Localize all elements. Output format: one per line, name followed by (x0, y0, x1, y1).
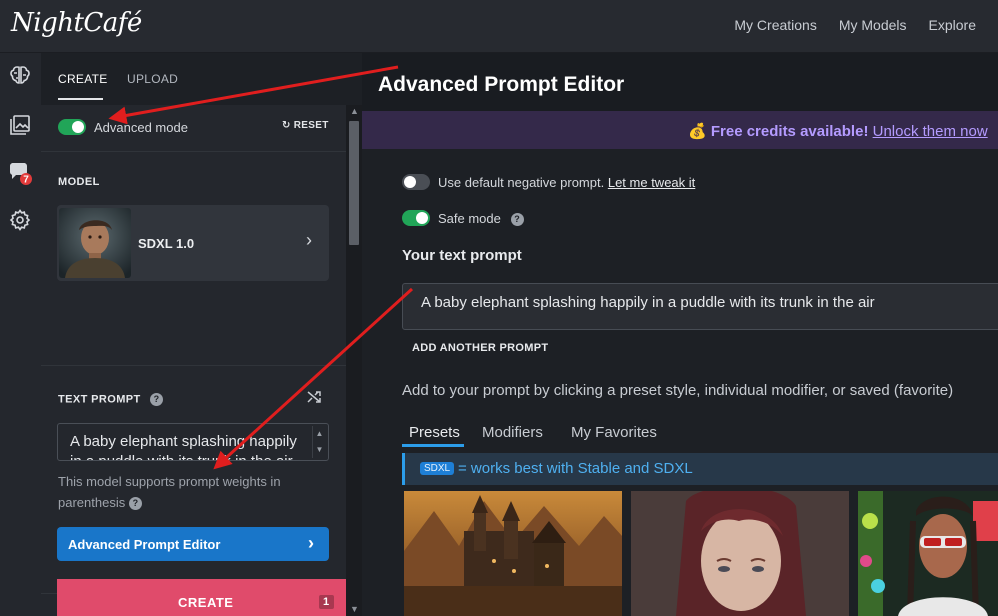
panel-scrollbar[interactable]: ▲ ▼ (346, 105, 362, 616)
brain-icon[interactable] (8, 63, 32, 87)
nightcafe-logo[interactable]: NightCafé (11, 8, 142, 38)
panel-scroll-area[interactable]: Advanced mode ↻ RESET MODEL SDXL 1.0 › T… (41, 105, 346, 616)
text-prompt-label: TEXT PROMPT ? (58, 393, 164, 406)
preset-tile-neon[interactable] (858, 491, 998, 616)
sdxl-badge: SDXL (420, 462, 455, 475)
model-section-label: MODEL (58, 176, 100, 188)
gear-icon[interactable] (8, 208, 32, 232)
credits-banner: 💰 Free credits available! Unlock them no… (362, 111, 998, 149)
safe-mode-label-text: Safe mode (438, 211, 501, 226)
page-title: Advanced Prompt Editor (378, 73, 625, 96)
divider (41, 151, 346, 152)
credits-banner-text: 💰 Free credits available! Unlock them no… (688, 122, 988, 140)
top-navbar: NightCafé My Creations My Models Explore (0, 0, 998, 53)
shuffle-icon[interactable] (306, 389, 322, 408)
scroll-down-icon[interactable]: ▼ (350, 604, 359, 614)
safe-mode-label: Safe mode ? (438, 211, 524, 227)
main-header: Advanced Prompt Editor (362, 53, 998, 111)
textarea-scroll-arrows[interactable]: ▲ ▼ (312, 426, 326, 458)
scroll-up-icon[interactable]: ▲ (350, 106, 359, 116)
gallery-icon[interactable] (8, 113, 32, 137)
credits-banner-bold: Free credits available! (710, 123, 869, 140)
tab-my-favorites[interactable]: My Favorites (571, 424, 657, 441)
chevron-right-icon: › (306, 230, 312, 250)
tab-active-underline (402, 444, 464, 447)
prompt-weights-note: This model supports prompt weights in pa… (58, 471, 318, 513)
help-icon[interactable]: ? (510, 213, 524, 227)
modifier-instructions: Add to your prompt by clicking a preset … (402, 382, 954, 399)
sdxl-info-bar: SDXL = works best with Stable and SDXL (402, 453, 998, 485)
chevron-right-icon: › (308, 533, 314, 553)
reset-icon: ↻ (282, 120, 291, 131)
unlock-credits-link[interactable]: Unlock them now (873, 123, 988, 140)
create-button-label: CREATE (178, 595, 234, 610)
tab-presets[interactable]: Presets (409, 424, 460, 441)
main-prompt-value: A baby elephant splashing happily in a p… (421, 294, 875, 311)
model-thumbnail (59, 208, 131, 278)
panel-tabs: CREATE UPLOAD (41, 53, 362, 103)
sdxl-note: = works best with Stable and SDXL (458, 460, 693, 477)
help-icon[interactable]: ? (128, 497, 142, 511)
create-button[interactable]: CREATE 1 (57, 579, 346, 616)
nav-my-models[interactable]: My Models (839, 17, 907, 33)
tab-modifiers[interactable]: Modifiers (482, 424, 543, 441)
left-panel: CREATE UPLOAD Advanced mode ↻ RESET MODE… (41, 53, 362, 616)
money-bag-icon: 💰 (688, 123, 707, 140)
nav-my-creations[interactable]: My Creations (734, 17, 816, 33)
chat-icon[interactable]: 7 (8, 161, 32, 186)
scrollbar-thumb[interactable] (349, 121, 359, 245)
negative-prompt-toggle[interactable] (402, 174, 430, 190)
model-name: SDXL 1.0 (138, 236, 195, 251)
text-prompt-value: A baby elephant splashing happily in a p… (70, 433, 297, 460)
negative-prompt-label-text: Use default negative prompt. (438, 175, 605, 190)
nav-explore[interactable]: Explore (929, 17, 976, 33)
advanced-mode-label: Advanced mode (94, 120, 188, 135)
advanced-prompt-editor-label: Advanced Prompt Editor (68, 537, 221, 552)
tab-active-underline (58, 98, 103, 100)
chat-badge-count: 7 (23, 175, 29, 186)
reset-label: RESET (293, 120, 329, 131)
model-selector-card[interactable]: SDXL 1.0 › (57, 205, 329, 281)
prompt-editor-main: Advanced Prompt Editor 💰 Free credits av… (362, 53, 998, 616)
advanced-mode-toggle[interactable] (58, 119, 86, 135)
tweak-negative-prompt-link[interactable]: Let me tweak it (608, 175, 695, 190)
tab-upload[interactable]: UPLOAD (127, 72, 178, 86)
divider (41, 365, 346, 366)
text-prompt-textarea[interactable]: A baby elephant splashing happily in a p… (57, 423, 329, 461)
safe-mode-toggle[interactable] (402, 210, 430, 226)
your-text-prompt-heading: Your text prompt (402, 247, 522, 264)
reset-button[interactable]: ↻ RESET (282, 120, 329, 131)
tab-create[interactable]: CREATE (58, 72, 108, 86)
help-icon[interactable]: ? (150, 393, 164, 406)
add-another-prompt-button[interactable]: ADD ANOTHER PROMPT (412, 342, 548, 354)
negative-prompt-label: Use default negative prompt. Let me twea… (438, 175, 695, 190)
text-prompt-label-text: TEXT PROMPT (58, 393, 141, 406)
prompt-weights-note-text: This model supports prompt weights in pa… (58, 474, 281, 510)
create-count-badge: 1 (319, 595, 334, 609)
advanced-prompt-editor-button[interactable]: Advanced Prompt Editor › (57, 527, 329, 561)
preset-tile-castle[interactable] (404, 491, 622, 616)
main-prompt-textarea[interactable]: A baby elephant splashing happily in a p… (402, 283, 998, 330)
icon-rail: 7 (0, 53, 41, 616)
preset-tile-portrait[interactable] (631, 491, 849, 616)
top-nav-links: My Creations My Models Explore (734, 17, 998, 33)
